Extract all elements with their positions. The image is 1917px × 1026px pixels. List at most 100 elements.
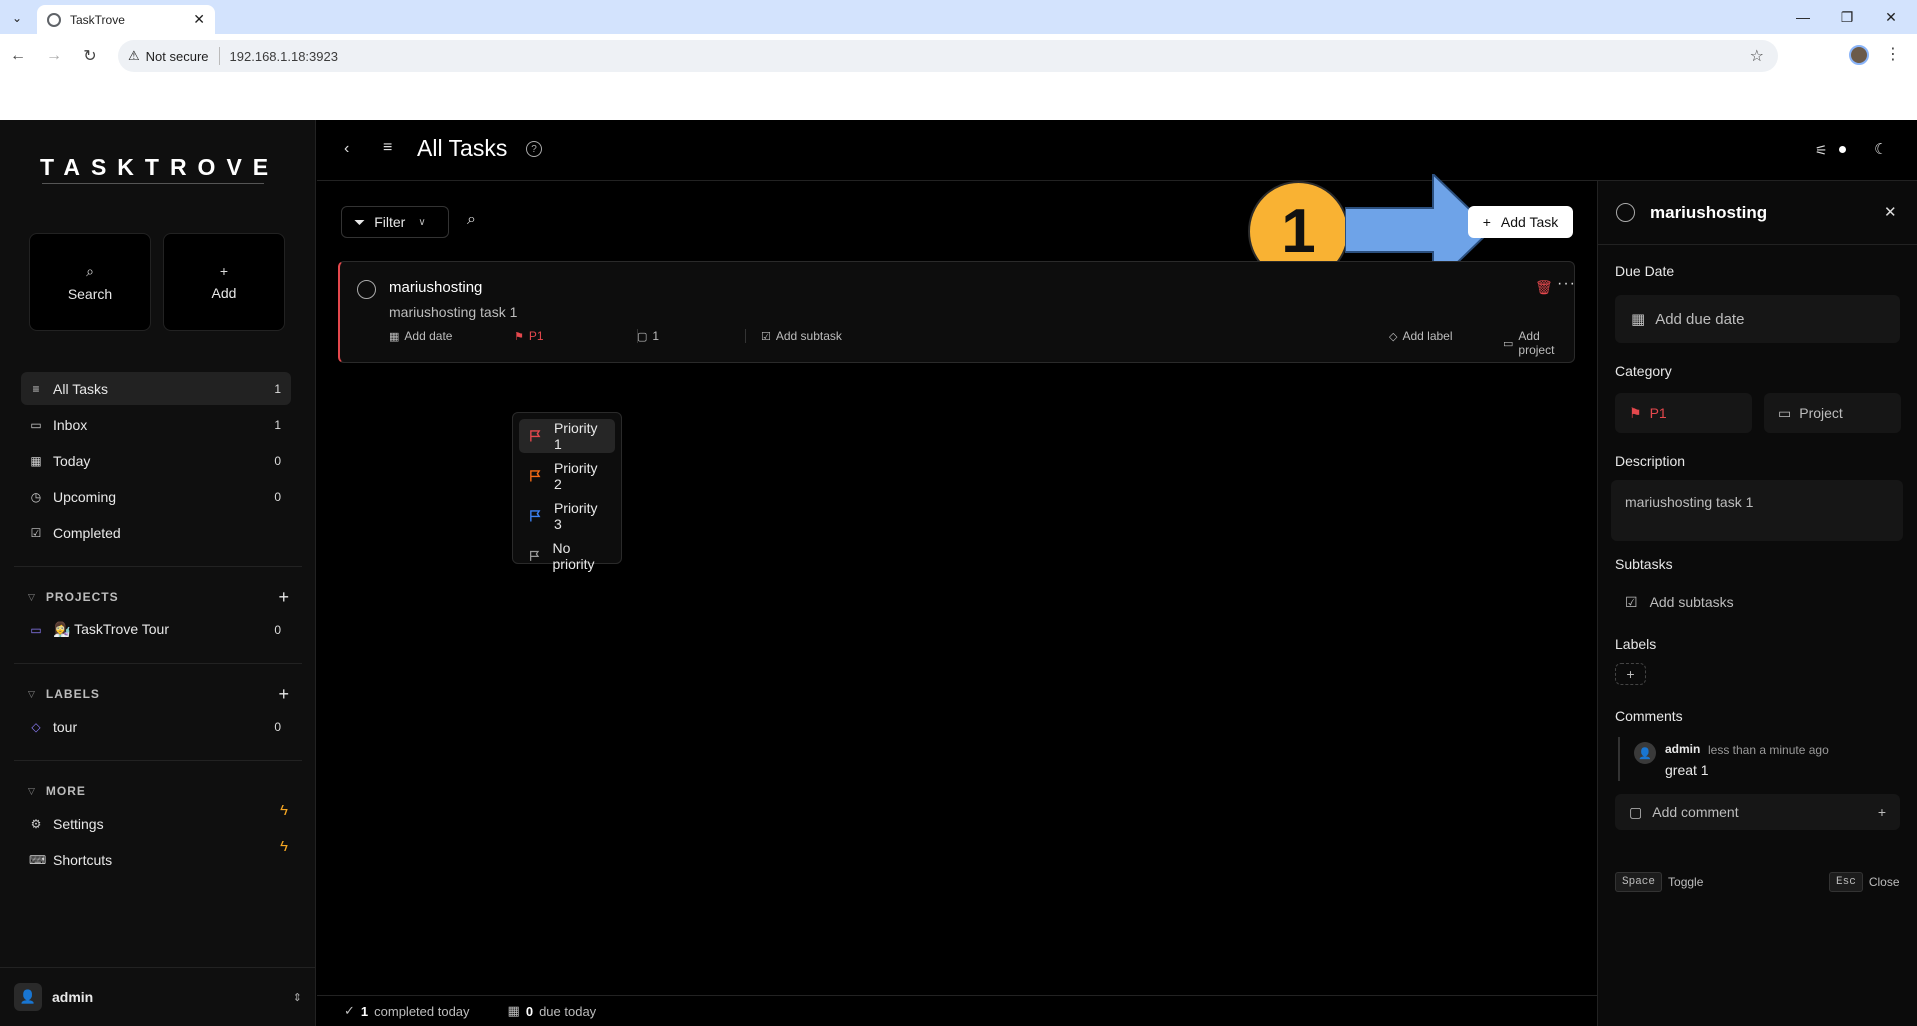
flag-icon: [530, 430, 541, 442]
sidebar-item-project[interactable]: ▭ 👩‍🔬 TaskTrove Tour 0: [21, 613, 291, 646]
more-horizontal-icon[interactable]: ···: [1557, 275, 1576, 293]
sidebar-item-inbox[interactable]: ▭ Inbox 1: [21, 408, 291, 441]
add-task-button[interactable]: + Add Task: [1468, 206, 1573, 238]
folder-icon: ▭: [30, 622, 42, 637]
comment-author: admin: [1665, 742, 1701, 756]
collapse-sidebar-icon[interactable]: ‹: [344, 140, 349, 158]
keyboard-icon: ⌨: [29, 852, 47, 867]
category-heading: Category: [1615, 363, 1672, 379]
forward-icon[interactable]: →: [42, 44, 66, 68]
sidebar-item-label[interactable]: ◇ tour 0: [21, 710, 291, 743]
flag-icon: ⚑: [1629, 404, 1642, 421]
tab-search-chevron-icon[interactable]: ⌄: [6, 7, 28, 29]
theme-moon-icon[interactable]: ☾: [1874, 140, 1887, 158]
more-section-header[interactable]: ▽ MORE: [28, 780, 290, 802]
sidebar-item-completed[interactable]: ☑ Completed: [21, 516, 291, 549]
add-date-button[interactable]: ▦ Add date: [389, 329, 452, 343]
browser-tab-strip: ⌄ TaskTrove ✕ — ❐ ✕: [0, 0, 1917, 34]
restore-icon[interactable]: ❐: [1832, 6, 1862, 28]
sidebar-item-shortcuts[interactable]: ⌨ Shortcuts: [21, 843, 271, 876]
due-date-heading: Due Date: [1615, 263, 1675, 279]
add-label-button[interactable]: ◇ Add label: [1389, 329, 1453, 343]
check-square-icon: ☑: [30, 525, 42, 540]
gear-icon: ⚙: [30, 816, 42, 831]
chevrons-up-down-icon: ⇕: [292, 991, 302, 1004]
priority-dropdown-menu: Priority 1 Priority 2 Priority 3 No prio…: [512, 412, 622, 572]
plus-icon[interactable]: +: [1878, 804, 1886, 820]
labels-section-header[interactable]: ▽ LABELS +: [28, 683, 290, 705]
tab-title: TaskTrove: [70, 12, 125, 27]
folder-icon: ▭: [1503, 337, 1514, 350]
status-footer: ✓ 1 completed today ▦ 0 due today: [317, 995, 1597, 1026]
tab-close-icon[interactable]: ✕: [193, 11, 205, 28]
sidebar-item-settings[interactable]: ⚙ Settings: [21, 807, 271, 840]
add-project-button[interactable]: ▭ Add project: [1503, 329, 1574, 357]
add-subtask-button[interactable]: ☑ Add subtask: [761, 329, 842, 343]
warning-icon: ⚠: [128, 48, 140, 63]
sidebar-item-all-tasks[interactable]: ≡ All Tasks 1: [21, 372, 291, 405]
flag-icon: [530, 470, 541, 482]
list-check-icon: ≡: [32, 381, 40, 396]
sidebar-divider: [14, 566, 302, 567]
profile-avatar[interactable]: [1849, 45, 1869, 65]
window-close-icon[interactable]: ✕: [1876, 6, 1906, 28]
plus-icon: +: [219, 263, 229, 279]
description-field[interactable]: mariushosting task 1: [1611, 480, 1903, 541]
comment-icon: ▢: [637, 330, 648, 343]
trash-icon[interactable]: 🗑: [1535, 279, 1553, 296]
priority-button[interactable]: ⚑ P1: [514, 329, 544, 343]
user-menu[interactable]: 👤 admin ⇕: [0, 967, 316, 1026]
reload-icon[interactable]: ↻: [78, 44, 102, 68]
task-complete-checkbox[interactable]: [1616, 203, 1635, 222]
comment-icon: ▢: [1629, 803, 1643, 820]
main-content: ⏷ Filter ∨ ⌕ 1 + Add Task mariushosting …: [317, 174, 1597, 995]
sidebar-divider: [14, 760, 302, 761]
flag-icon: [530, 510, 541, 522]
completed-today-stat: ✓ 1 completed today: [344, 1003, 470, 1019]
close-icon[interactable]: ✕: [1884, 203, 1897, 221]
add-label-icon[interactable]: +: [278, 684, 290, 705]
quick-search-button[interactable]: ⌕ Search: [29, 233, 151, 331]
bookmark-star-icon[interactable]: ☆: [1750, 46, 1764, 66]
task-description[interactable]: mariushosting task 1: [389, 304, 517, 320]
not-secure-indicator[interactable]: ⚠ Not secure: [128, 48, 209, 64]
priority-option-none[interactable]: No priority: [519, 539, 615, 573]
task-complete-checkbox[interactable]: [357, 280, 376, 299]
comment-time: less than a minute ago: [1708, 743, 1829, 757]
quick-add-button[interactable]: + Add: [163, 233, 285, 331]
search-icon[interactable]: ⌕: [467, 211, 476, 229]
app-logo[interactable]: TASKTROVE: [40, 154, 279, 181]
check-square-icon: ☑: [1625, 593, 1638, 610]
browser-content-top-gap: [0, 78, 1917, 120]
filter-button[interactable]: ⏷ Filter ∨: [341, 206, 449, 238]
add-label-button[interactable]: +: [1615, 663, 1646, 685]
sidebar-item-today[interactable]: ▦ Today 0: [21, 444, 291, 477]
task-card[interactable]: mariushosting mariushosting task 1 🗑 ···…: [338, 261, 1575, 363]
check-square-icon: ☑: [761, 330, 771, 343]
priority-selector[interactable]: ⚑ P1: [1615, 393, 1752, 433]
task-title[interactable]: mariushosting: [389, 279, 482, 296]
help-icon[interactable]: ?: [526, 141, 542, 157]
due-date-field[interactable]: ▦ Add due date: [1615, 295, 1900, 343]
add-project-icon[interactable]: +: [278, 587, 290, 608]
priority-option-2[interactable]: Priority 2: [519, 459, 615, 493]
add-comment-field[interactable]: ▢ Add comment +: [1615, 794, 1900, 830]
comments-button[interactable]: ▢ 1: [637, 329, 659, 343]
minimize-icon[interactable]: —: [1788, 6, 1818, 28]
priority-option-3[interactable]: Priority 3: [519, 499, 615, 533]
settings-sliders-icon[interactable]: ⚟: [1815, 142, 1828, 159]
add-subtasks-button[interactable]: ☑ Add subtasks: [1615, 586, 1900, 618]
browser-tab[interactable]: TaskTrove ✕: [37, 5, 215, 34]
address-bar[interactable]: ⚠ Not secure 192.168.1.18:3923 ☆: [118, 40, 1778, 72]
plus-icon: +: [1482, 214, 1491, 230]
sidebar-item-upcoming[interactable]: ◷ Upcoming 0: [21, 480, 291, 513]
project-selector[interactable]: ▭ Project: [1764, 393, 1901, 433]
browser-menu-icon[interactable]: ⋮: [1885, 44, 1901, 64]
calendar-icon: ▦: [507, 1003, 520, 1018]
flag-icon: ⚑: [514, 330, 524, 343]
back-icon[interactable]: ←: [6, 44, 30, 68]
priority-option-1[interactable]: Priority 1: [519, 419, 615, 453]
panel-task-title[interactable]: mariushosting: [1650, 203, 1767, 223]
projects-section-header[interactable]: ▽ PROJECTS +: [28, 586, 290, 608]
flag-icon: [530, 550, 540, 561]
